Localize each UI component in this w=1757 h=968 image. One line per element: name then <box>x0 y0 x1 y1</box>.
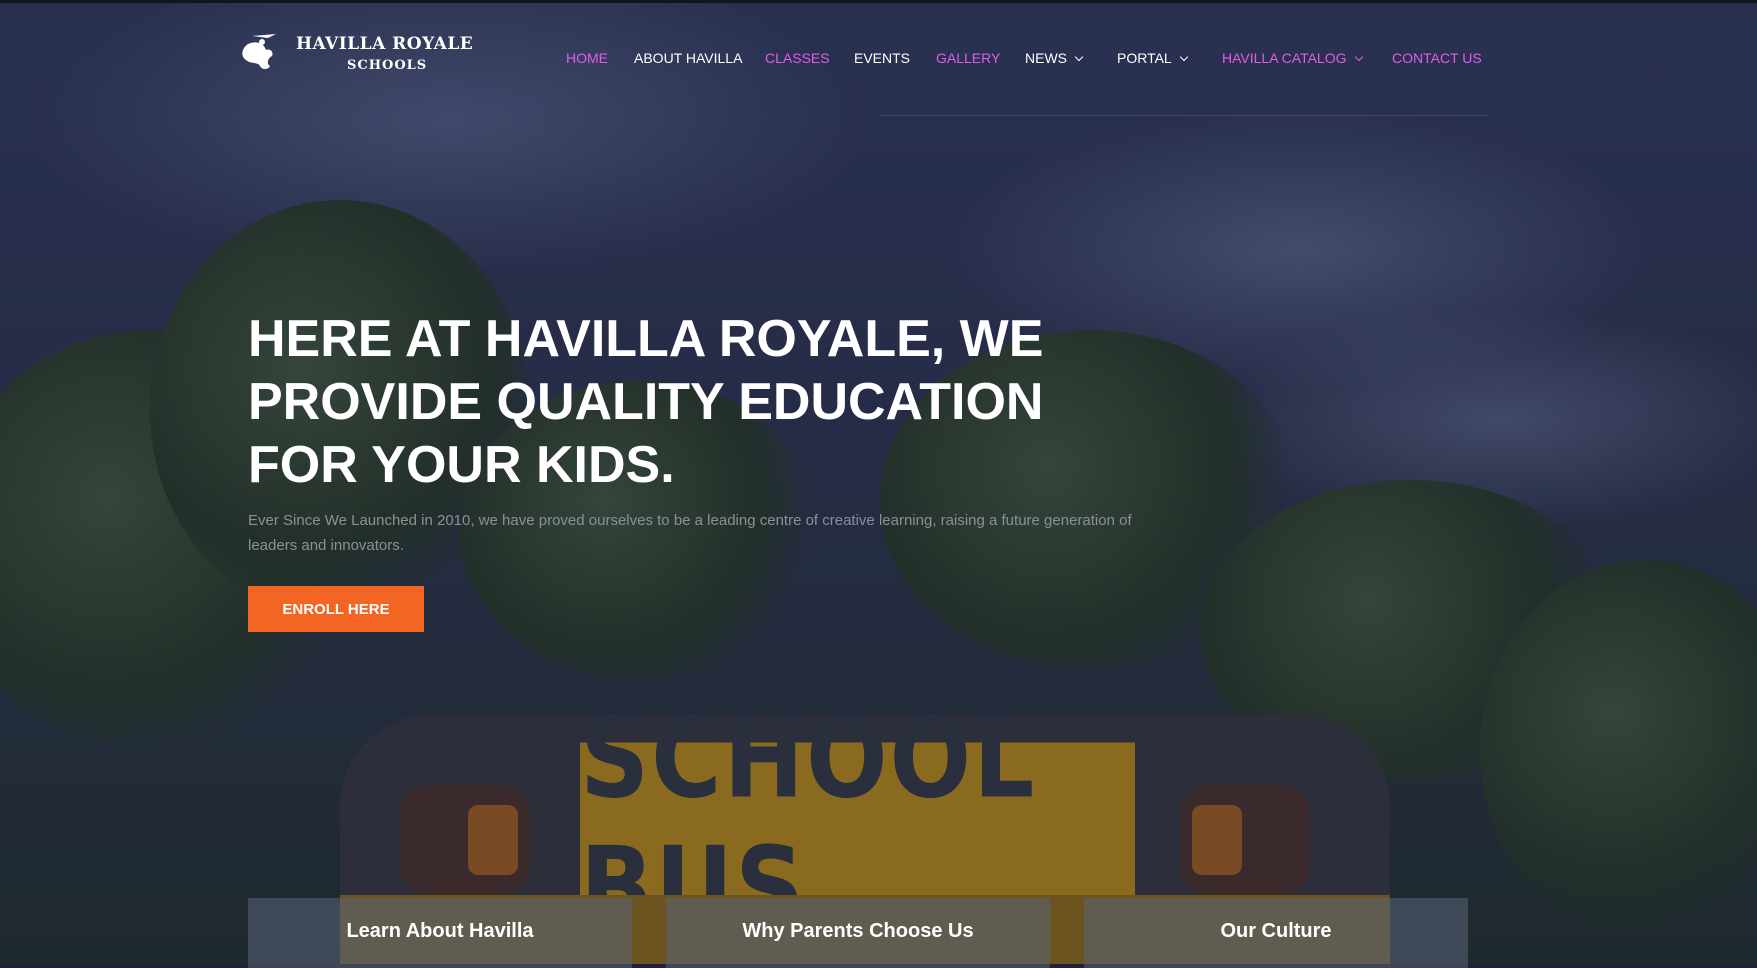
card-title: Why Parents Choose Us <box>742 920 974 942</box>
nav-about-havilla[interactable]: ABOUT HAVILLA <box>634 50 742 66</box>
card-why-parents-choose-us[interactable]: Why Parents Choose Us <box>666 898 1050 968</box>
top-border <box>0 0 1757 3</box>
nav-gallery[interactable]: GALLERY <box>936 50 1000 66</box>
nav-classes[interactable]: CLASSES <box>765 50 830 66</box>
nav-label: EVENTS <box>854 50 911 66</box>
nav-home[interactable]: HOME <box>566 50 608 66</box>
bus-taillight <box>1180 785 1310 895</box>
nav-label: CONTACT US <box>1392 50 1482 66</box>
card-title: Learn About Havilla <box>346 920 534 942</box>
nav-label: HOME <box>566 50 608 66</box>
hero-subtext: Ever Since We Launched in 2010, we have … <box>248 512 1132 554</box>
chevron-down-icon <box>1179 52 1188 62</box>
bus-sign: SCHOOL BUS <box>580 694 1135 952</box>
nav-events[interactable]: EVENTS <box>854 50 910 66</box>
hero-headline: HERE AT HAVILLA ROYALE, WE PROVIDE QUALI… <box>248 310 1044 494</box>
chevron-down-icon <box>1074 52 1084 62</box>
card-learn-about-havilla[interactable]: Learn About Havilla <box>248 898 632 968</box>
chevron-down-icon <box>1354 52 1363 62</box>
card-title: Our Culture <box>1220 920 1332 942</box>
nav-label: PORTAL <box>1117 50 1172 66</box>
nav-label: ABOUT HAVILLA <box>634 50 743 66</box>
nav-label: NEWS <box>1025 50 1067 66</box>
nav-label: HAVILLA CATALOG <box>1222 50 1347 66</box>
nav-divider <box>880 115 1488 116</box>
nav-label: GALLERY <box>936 50 1001 66</box>
nav-portal[interactable]: PORTAL <box>1117 50 1188 66</box>
main-nav: HOME ABOUT HAVILLA CLASSES EVENTS GALLER… <box>0 50 1757 72</box>
nav-label: CLASSES <box>765 50 830 66</box>
card-our-culture[interactable]: Our Culture <box>1084 898 1468 968</box>
bus-taillight <box>400 785 530 895</box>
enroll-button[interactable]: ENROLL HERE <box>248 586 424 632</box>
nav-news[interactable]: NEWS <box>1025 50 1084 66</box>
nav-contact-us[interactable]: CONTACT US <box>1392 50 1482 66</box>
nav-havilla-catalog[interactable]: HAVILLA CATALOG <box>1222 50 1363 66</box>
